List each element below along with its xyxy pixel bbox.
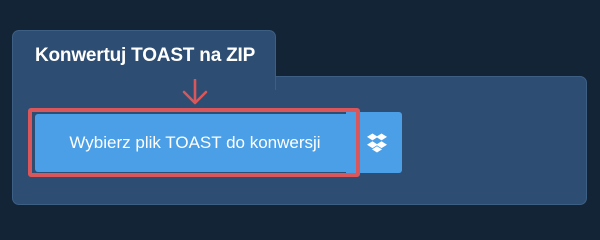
tab-title: Konwertuj TOAST na ZIP <box>35 45 256 66</box>
arrow-down-icon <box>182 79 208 105</box>
dropbox-icon <box>367 132 387 152</box>
converter-widget: Konwertuj TOAST na ZIP Wybierz plik TOAS… <box>0 0 600 230</box>
converter-tab: Konwertuj TOAST na ZIP <box>12 30 276 90</box>
highlight-box <box>28 108 360 177</box>
